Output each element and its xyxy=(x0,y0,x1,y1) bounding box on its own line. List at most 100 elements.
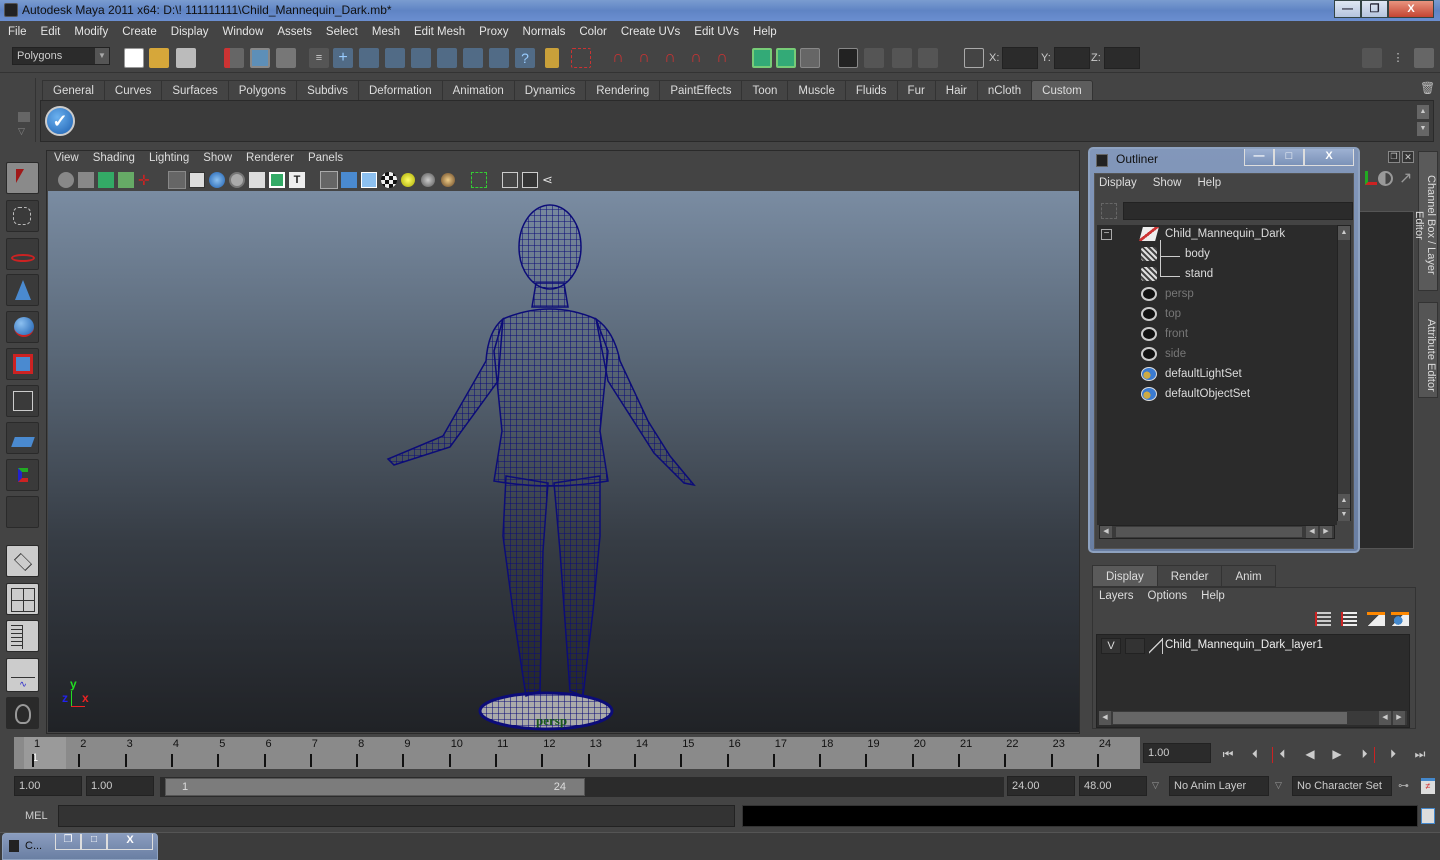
outliner-item[interactable]: body xyxy=(1141,245,1210,263)
show-manipulator-tool[interactable] xyxy=(6,459,39,491)
layout-persp-graph[interactable]: ∿ xyxy=(6,658,39,692)
playback-end-field[interactable]: 24.00 xyxy=(1007,776,1075,796)
outliner-item[interactable]: Child_Mannequin_Dark xyxy=(1139,225,1285,243)
playback-start-field[interactable]: 1.00 xyxy=(86,776,154,796)
gate-mask-icon[interactable] xyxy=(229,172,245,188)
restore-button[interactable]: ❐ xyxy=(1361,0,1388,18)
shelf-scroll-down-icon[interactable]: ▼ xyxy=(1417,122,1429,136)
input-ops-icon[interactable] xyxy=(752,48,772,68)
xray-joints-icon[interactable] xyxy=(522,172,538,188)
shelf-tab-subdivs[interactable]: Subdivs xyxy=(296,80,359,100)
wireframe-mode-icon[interactable] xyxy=(320,171,338,189)
outliner-filter-input[interactable] xyxy=(1123,202,1353,220)
vp-menu-shading[interactable]: Shading xyxy=(93,152,135,168)
save-scene-icon[interactable] xyxy=(176,48,196,68)
minimized-window[interactable]: C... ❐ □ X xyxy=(2,833,158,860)
lasso-tool[interactable] xyxy=(6,200,39,232)
outliner-vertical-scrollbar[interactable]: ▲ ▲ ▼ xyxy=(1337,225,1351,521)
scroll-left-icon[interactable]: ◀ xyxy=(1099,711,1111,725)
outliner-item[interactable]: front xyxy=(1141,325,1188,343)
vp-menu-show[interactable]: Show xyxy=(203,152,232,168)
layer-menu-layers[interactable]: Layers xyxy=(1099,590,1134,602)
magnet-curve-icon[interactable]: ∩ xyxy=(634,48,654,68)
animation-preferences-icon[interactable]: ≠ xyxy=(1421,778,1435,794)
menu-normals[interactable]: Normals xyxy=(523,26,566,38)
anim-layer-dropdown-icon[interactable]: ▽ xyxy=(1152,780,1159,791)
shelf-menu-handle[interactable]: ▽ xyxy=(14,78,36,142)
play-backward-button[interactable]: ◀ xyxy=(1300,747,1320,763)
minimized-maximize-button[interactable]: □ xyxy=(81,834,107,850)
layer-tab-anim[interactable]: Anim xyxy=(1221,565,1276,587)
snap-grid-icon[interactable]: + xyxy=(333,48,353,68)
step-back-key-button[interactable]: ⏴ xyxy=(1272,747,1292,763)
menu-set-selector[interactable]: Polygons ▼ xyxy=(12,47,110,65)
isolate-select-icon[interactable] xyxy=(471,172,487,188)
shelf-scroll-up-icon[interactable]: ▲ xyxy=(1417,105,1429,119)
snap-plane-icon[interactable] xyxy=(411,48,431,68)
universal-manipulator-tool[interactable] xyxy=(6,385,39,417)
channel-box-hyperbolic-icon[interactable]: ↗ xyxy=(1399,168,1412,188)
scroll-left-icon[interactable]: ◀ xyxy=(1100,526,1112,538)
layer-tab-display[interactable]: Display xyxy=(1092,565,1158,587)
smooth-shade-icon[interactable] xyxy=(341,172,357,188)
move-layer-up-icon[interactable] xyxy=(1315,612,1331,626)
shelf-tab-ncloth[interactable]: nCloth xyxy=(976,80,1033,100)
command-language-label[interactable]: MEL xyxy=(25,810,48,822)
film-gate-icon[interactable] xyxy=(189,172,205,188)
create-empty-layer-icon[interactable] xyxy=(1367,612,1385,626)
scroll-up-icon[interactable]: ▲ xyxy=(1338,226,1350,240)
shelf-tab-toon[interactable]: Toon xyxy=(741,80,789,100)
field-chart-icon[interactable] xyxy=(249,172,265,188)
animation-start-field[interactable]: 1.00 xyxy=(14,776,82,796)
shelf-tab-deformation[interactable]: Deformation xyxy=(357,80,443,100)
range-slider-handle[interactable]: 1 24 xyxy=(165,778,585,796)
select-by-object-icon[interactable] xyxy=(250,48,270,68)
shelf-tab-polygons[interactable]: Polygons xyxy=(227,80,298,100)
shelf-tab-hair[interactable]: Hair xyxy=(934,80,978,100)
render-current-icon[interactable] xyxy=(864,48,884,68)
shelf-tab-muscle[interactable]: Muscle xyxy=(787,80,846,100)
menu-proxy[interactable]: Proxy xyxy=(479,26,508,38)
float-panel-icon[interactable]: ❐ xyxy=(1388,151,1400,163)
outliner-menu-show[interactable]: Show xyxy=(1153,177,1182,195)
menu-create[interactable]: Create xyxy=(122,26,157,38)
resolution-gate-icon[interactable] xyxy=(209,172,225,188)
auto-key-icon[interactable]: ⊶ xyxy=(1398,779,1409,792)
outliner-item[interactable]: side xyxy=(1141,345,1186,363)
menu-select[interactable]: Select xyxy=(326,26,358,38)
outliner-item[interactable]: defaultObjectSet xyxy=(1141,385,1250,403)
trash-icon[interactable]: 🗑 xyxy=(1420,81,1435,97)
magnet-plane-icon[interactable]: ∩ xyxy=(686,48,706,68)
go-to-end-button[interactable]: ⏭ xyxy=(1410,747,1430,763)
scroll-left-icon[interactable]: ◀ xyxy=(1379,711,1391,725)
anim-layer-field[interactable]: No Anim Layer xyxy=(1169,776,1269,796)
outliner-maximize-button[interactable]: □ xyxy=(1274,149,1304,166)
safe-action-icon[interactable] xyxy=(269,172,285,188)
layer-color-swatch-icon[interactable] xyxy=(1149,638,1163,654)
layout-outliner-persp[interactable] xyxy=(6,620,39,652)
menu-create-uvs[interactable]: Create UVs xyxy=(621,26,680,38)
image-plane-icon[interactable] xyxy=(118,172,134,188)
bookmarks-icon[interactable] xyxy=(98,172,114,188)
magnet-surface-icon[interactable]: ∩ xyxy=(712,48,732,68)
safe-title-icon[interactable]: T xyxy=(289,172,305,188)
magnet-grid-icon[interactable]: ∩ xyxy=(608,48,628,68)
snap-curve-icon[interactable] xyxy=(359,48,379,68)
shelf-tab-painteffects[interactable]: PaintEffects xyxy=(659,80,743,100)
menu-color[interactable]: Color xyxy=(579,26,606,38)
scroll-down-icon[interactable]: ▼ xyxy=(1338,509,1350,521)
minimized-close-button[interactable]: X xyxy=(107,834,153,850)
vp-menu-panels[interactable]: Panels xyxy=(308,152,343,168)
shelf-tab-fur[interactable]: Fur xyxy=(896,80,936,100)
shelf-options-icon[interactable]: ▽ xyxy=(18,126,25,137)
vp-menu-lighting[interactable]: Lighting xyxy=(149,152,189,168)
snap-surface-icon[interactable] xyxy=(437,48,457,68)
vp-menu-renderer[interactable]: Renderer xyxy=(246,152,294,168)
shelf-tab-fluids[interactable]: Fluids xyxy=(844,80,898,100)
shelf-tab-general[interactable]: General xyxy=(42,80,105,100)
close-button[interactable]: X xyxy=(1388,0,1434,18)
shelf-tab-dynamics[interactable]: Dynamics xyxy=(513,80,587,100)
two-d-pan-zoom-icon[interactable]: ✛ xyxy=(138,172,154,188)
paint-select-tool[interactable] xyxy=(6,238,39,270)
move-tool[interactable] xyxy=(6,274,39,306)
